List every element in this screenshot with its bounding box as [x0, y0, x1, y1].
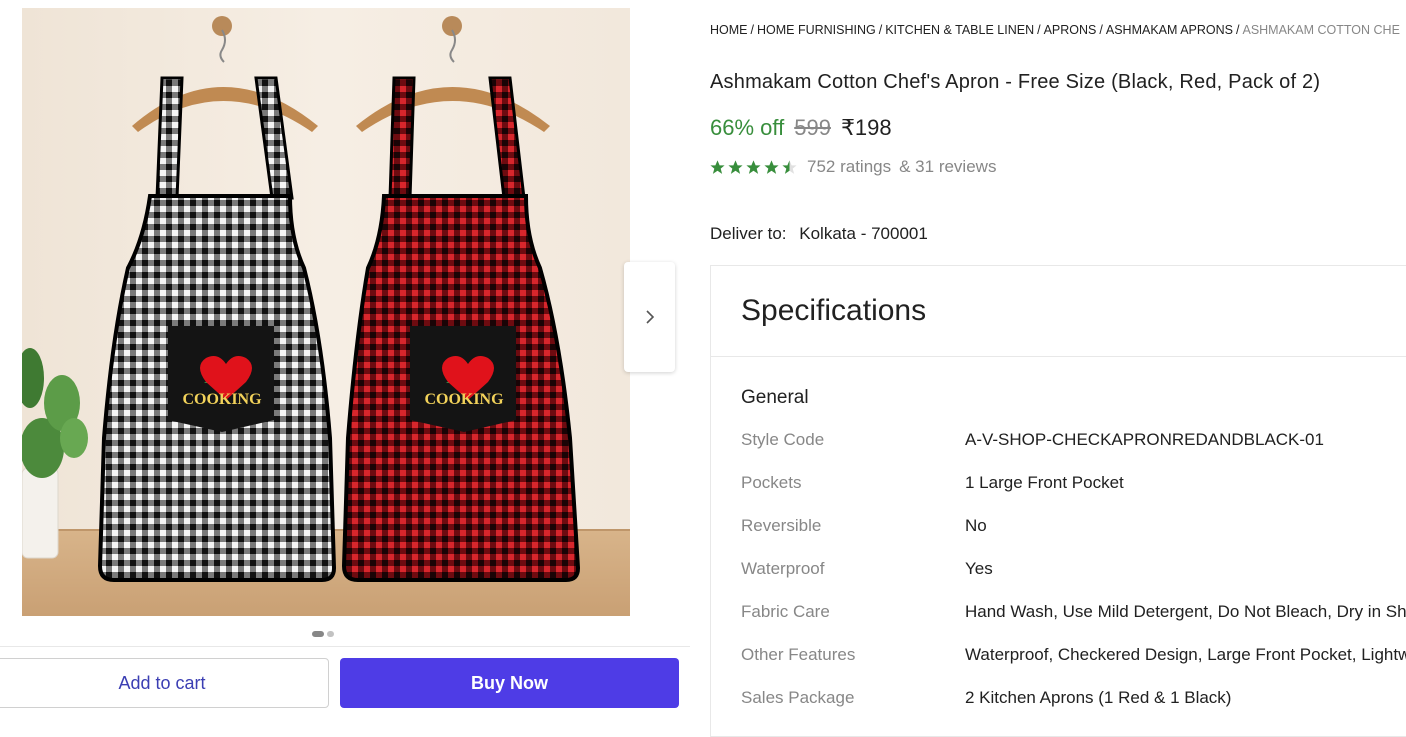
spec-section-general: General: [741, 387, 809, 408]
star-icon: [764, 159, 779, 174]
ratings-count[interactable]: 752 ratings: [807, 157, 891, 177]
star-icon: [710, 159, 725, 174]
spec-value: 1 Large Front Pocket: [965, 473, 1124, 492]
specifications-header: Specifications: [711, 266, 1406, 357]
breadcrumb-item-home[interactable]: HOME: [710, 23, 748, 37]
spec-value: 2 Kitchen Aprons (1 Red & 1 Black): [965, 688, 1232, 707]
product-title: Ashmakam Cotton Chef's Apron - Free Size…: [710, 71, 1321, 93]
spec-key: Waterproof: [741, 559, 825, 578]
rating-row[interactable]: 752 ratings & 31 reviews: [709, 157, 996, 177]
specifications-title: Specifications: [741, 294, 927, 327]
specifications-panel: Specifications General Style Code A-V-SH…: [710, 265, 1406, 737]
spec-value: Hand Wash, Use Mild Detergent, Do Not Bl…: [965, 602, 1406, 621]
deliver-to-label: Deliver to:: [710, 224, 787, 243]
reviews-count[interactable]: & 31 reviews: [899, 157, 996, 177]
price-row: 66% off 599 ₹198: [710, 115, 892, 141]
add-to-cart-button[interactable]: Add to cart: [0, 658, 329, 708]
carousel-dot[interactable]: [327, 631, 334, 637]
rating-stars: [709, 159, 798, 176]
spec-value: Yes: [965, 559, 993, 578]
carousel-dot-active[interactable]: [312, 631, 324, 637]
pocket-text-cooking: COOKING: [182, 391, 262, 408]
next-image-button[interactable]: [624, 262, 675, 372]
star-icon: [728, 159, 743, 174]
spec-key: Sales Package: [741, 688, 855, 707]
carousel-dots: [312, 631, 334, 637]
product-image[interactable]: I COOKING I COOKING: [22, 8, 630, 616]
spec-key: Other Features: [741, 645, 856, 664]
breadcrumb-item-aprons[interactable]: APRONS: [1044, 23, 1097, 37]
spec-value: Waterproof, Checkered Design, Large Fron…: [965, 645, 1406, 664]
spec-key: Style Code: [741, 430, 825, 449]
spec-key: Reversible: [741, 516, 822, 535]
buy-now-button[interactable]: Buy Now: [340, 658, 679, 708]
delivery-location[interactable]: Deliver to: Kolkata - 700001: [710, 224, 928, 244]
spec-key: Fabric Care: [741, 602, 830, 621]
breadcrumb-item-ashmakam-aprons[interactable]: ASHMAKAM APRONS: [1106, 23, 1233, 37]
action-bar: Add to cart Buy Now: [0, 646, 690, 717]
spec-value: No: [965, 516, 987, 535]
delivery-location-value[interactable]: Kolkata - 700001: [799, 224, 928, 243]
star-icon: [746, 159, 761, 174]
discount-percent: 66% off: [710, 115, 785, 140]
breadcrumb-item-kitchen-table-linen[interactable]: KITCHEN & TABLE LINEN: [885, 23, 1034, 37]
breadcrumb: HOME / HOME FURNISHING / KITCHEN & TABLE LIN…: [710, 23, 1400, 37]
breadcrumb-item-home-furnishing[interactable]: HOME FURNISHING: [757, 23, 876, 37]
half-star-icon: [782, 159, 797, 174]
spec-key: Pockets: [741, 473, 802, 492]
selling-price: ₹198: [840, 115, 892, 140]
spec-value: A-V-SHOP-CHECKAPRONREDANDBLACK-01: [965, 430, 1324, 449]
pocket-text-cooking: COOKING: [424, 391, 504, 408]
chevron-right-icon: [645, 310, 654, 324]
original-price: 599: [794, 115, 831, 140]
breadcrumb-item-current: ASHMAKAM COTTON CHE: [1242, 23, 1400, 37]
